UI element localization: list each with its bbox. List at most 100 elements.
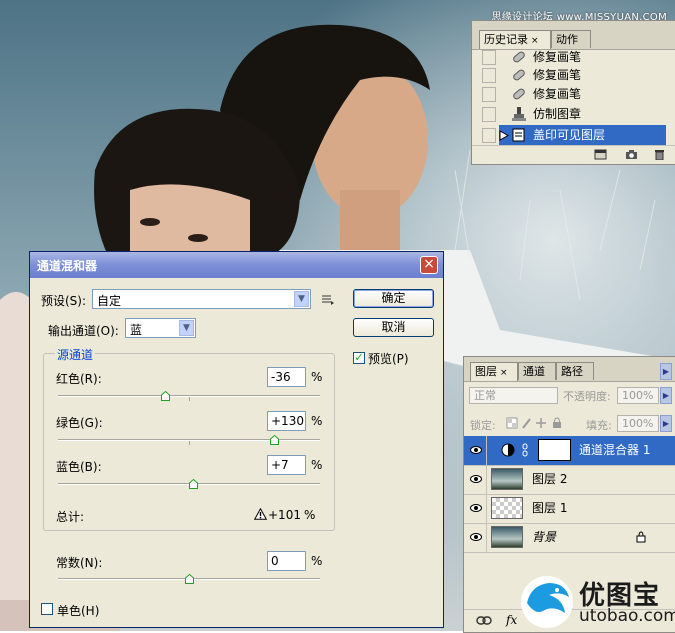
healing-brush-icon — [513, 51, 525, 63]
layer-thumbnail[interactable] — [491, 468, 523, 490]
tab-paths[interactable]: 路径 — [556, 362, 594, 380]
layer-row[interactable]: 图层 2 — [464, 465, 675, 495]
tab-layers[interactable]: 图层 × — [470, 362, 518, 381]
visibility-eye-icon[interactable] — [470, 446, 482, 454]
history-source-checkbox[interactable] — [482, 87, 496, 102]
preview-label: 预览(P) — [368, 352, 409, 366]
blue-slider-thumb[interactable] — [189, 479, 199, 489]
site-logo: 优图宝 utobao.com — [519, 573, 675, 631]
history-panel-tabs: 历史记录 × 动作 — [472, 21, 675, 50]
red-value-input[interactable]: -36 — [267, 367, 306, 387]
history-item[interactable]: 修复画笔 — [480, 65, 666, 85]
bird-logo-icon — [521, 576, 573, 628]
history-item[interactable]: 仿制图章 — [480, 104, 666, 124]
panel-menu-icon[interactable]: ▶ — [660, 363, 672, 380]
blue-value-input[interactable]: +7 — [267, 455, 306, 475]
preset-value: 自定 — [97, 294, 122, 308]
channel-mixer-dialog: 通道混和器 × 预设(S): 自定 ▼ 输出通道(O): 蓝 ▼ 确定 取消 ✓… — [29, 251, 444, 628]
output-channel-value: 蓝 — [130, 323, 143, 337]
green-slider-thumb[interactable] — [269, 435, 279, 445]
constant-label: 常数(N): — [56, 556, 103, 570]
constant-value-input[interactable]: 0 — [267, 551, 306, 571]
lock-icon — [636, 531, 646, 543]
history-item-label: 修复画笔 — [533, 87, 582, 101]
tab-close-icon[interactable]: × — [531, 36, 539, 46]
history-source-checkbox[interactable] — [482, 107, 496, 122]
healing-brush-icon — [513, 69, 525, 81]
tab-actions-label: 动作 — [556, 33, 578, 46]
layer-stamp-icon — [512, 128, 525, 142]
history-source-checkbox[interactable] — [482, 50, 496, 65]
history-state-pointer-icon — [499, 130, 509, 141]
history-item[interactable]: 修复画笔 — [480, 47, 666, 67]
red-slider-thumb[interactable] — [160, 391, 170, 401]
visibility-eye-icon[interactable] — [470, 504, 482, 512]
history-item-label: 修复画笔 — [533, 68, 582, 82]
history-item[interactable]: 修复画笔 — [480, 84, 666, 104]
green-label: 绿色(G): — [56, 416, 103, 430]
monochrome-checkbox[interactable] — [41, 603, 53, 615]
output-channel-select[interactable]: 蓝 ▼ — [125, 318, 196, 338]
opacity-slider-arrow-icon[interactable]: ▶ — [660, 387, 672, 404]
tab-history-label: 历史记录 — [484, 33, 528, 46]
blue-unit: % — [311, 458, 323, 472]
blend-mode-select[interactable]: 正常 — [469, 387, 558, 404]
fill-slider-arrow-icon[interactable]: ▶ — [660, 415, 672, 432]
row-divider — [486, 494, 487, 523]
slider-center-tick — [189, 441, 190, 445]
new-document-from-state-icon[interactable] — [594, 149, 607, 160]
close-button[interactable]: × — [420, 256, 438, 274]
layer-name: 背景 — [532, 530, 557, 544]
row-divider — [486, 465, 487, 494]
trash-icon[interactable] — [653, 149, 666, 160]
layer-thumbnail[interactable] — [491, 526, 523, 548]
fill-input[interactable]: 100% — [617, 415, 659, 432]
snapshot-camera-icon[interactable] — [625, 149, 638, 160]
layer-mask-thumbnail[interactable] — [538, 439, 571, 461]
slider-center-tick — [189, 397, 190, 401]
tab-actions[interactable]: 动作 — [551, 30, 591, 48]
constant-slider-thumb[interactable] — [184, 574, 194, 584]
history-source-checkbox[interactable] — [482, 68, 496, 83]
history-source-checkbox[interactable] — [482, 128, 496, 143]
blue-label: 蓝色(B): — [56, 460, 102, 474]
green-value-input[interactable]: +130 — [267, 411, 306, 431]
tab-channels[interactable]: 通道 — [518, 362, 556, 380]
tab-paths-label: 路径 — [561, 365, 583, 378]
ok-button[interactable]: 确定 — [353, 289, 434, 308]
row-divider — [486, 523, 487, 552]
red-label: 红色(R): — [56, 372, 102, 386]
history-panel: 历史记录 × 动作 修复画笔 修复画笔 修复画笔 仿制图章 盖印可见图层 — [471, 20, 675, 165]
adjustment-layer-icon — [501, 443, 515, 457]
tab-channels-label: 通道 — [523, 365, 545, 378]
preview-checkbox[interactable]: ✓ — [353, 352, 365, 364]
preset-select[interactable]: 自定 ▼ — [92, 289, 311, 309]
dialog-title-bar[interactable]: 通道混和器 × — [30, 252, 443, 278]
green-unit: % — [311, 414, 323, 428]
fx-icon[interactable]: fx — [506, 613, 517, 627]
preset-options-icon[interactable] — [321, 294, 335, 305]
opacity-input[interactable]: 100% — [617, 387, 659, 404]
visibility-eye-icon[interactable] — [470, 533, 482, 541]
constant-unit: % — [311, 554, 323, 568]
history-item-label: 修复画笔 — [533, 50, 582, 64]
cancel-button[interactable]: 取消 — [353, 318, 434, 337]
layer-row-channel-mixer[interactable]: 通道混合器 1 — [464, 436, 675, 466]
link-icon[interactable] — [476, 616, 492, 625]
chevron-down-icon: ▼ — [294, 291, 309, 307]
lock-options-icons[interactable] — [506, 417, 566, 429]
layer-thumbnail-transparent[interactable] — [491, 497, 523, 519]
history-item-label: 盖印可见图层 — [533, 128, 606, 142]
tab-layers-label: 图层 — [475, 365, 497, 378]
lock-label: 锁定: — [470, 419, 496, 432]
visibility-eye-icon[interactable] — [470, 475, 482, 483]
layer-row-background[interactable]: 背景 — [464, 523, 675, 553]
tab-close-icon[interactable]: × — [500, 368, 508, 378]
chain-link-icon[interactable] — [522, 443, 528, 457]
layer-row[interactable]: 图层 1 — [464, 494, 675, 524]
warning-icon — [254, 508, 267, 520]
layer-name: 图层 1 — [532, 501, 568, 515]
preset-label: 预设(S): — [41, 294, 87, 308]
total-label: 总计: — [56, 510, 85, 524]
history-item-selected[interactable]: 盖印可见图层 — [480, 125, 666, 145]
